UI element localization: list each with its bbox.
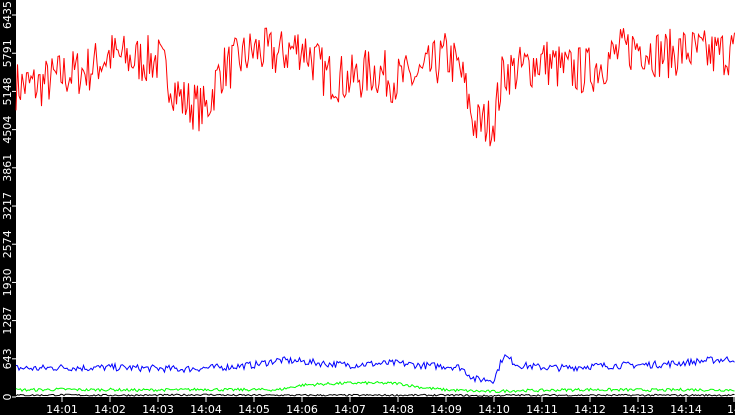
x-tick-label: 14:13 xyxy=(622,403,654,415)
y-tick-label: 643 xyxy=(1,348,14,369)
y-tick-label: 5791 xyxy=(1,39,14,67)
chart: 0 643 1287 1930 2574 3217 3861 4504 5148 5791 6435… xyxy=(0,0,735,415)
x-tick-label: 14:11 xyxy=(526,403,558,415)
y-tick-label: 6435 xyxy=(1,1,14,29)
x-tick-label: 14:14 xyxy=(670,403,702,415)
plot-area xyxy=(16,0,735,397)
y-tick-label: 5148 xyxy=(1,77,14,105)
y-tick-label: 0 xyxy=(1,394,14,401)
x-tick-label: 14:09 xyxy=(430,403,462,415)
x-tick-label: 14:12 xyxy=(574,403,606,415)
y-tick-label: 1930 xyxy=(1,268,14,296)
x-tick-label: 14:04 xyxy=(190,403,222,415)
x-tick-label: 14:08 xyxy=(382,403,414,415)
x-tick-label: 14:06 xyxy=(286,403,318,415)
y-tick-label: 4504 xyxy=(1,116,14,144)
x-tick-label: 14:03 xyxy=(142,403,174,415)
y-tick-label: 2574 xyxy=(1,230,14,258)
chart-svg: 0 643 1287 1930 2574 3217 3861 4504 5148 5791 6435… xyxy=(1,0,735,415)
y-tick-label: 3861 xyxy=(1,154,14,182)
x-tick-label: 14:02 xyxy=(94,403,126,415)
x-tick-label: 14:10 xyxy=(478,403,510,415)
x-tick-label: 14:05 xyxy=(238,403,270,415)
x-tick-label: 14 xyxy=(727,403,735,415)
y-tick-label: 3217 xyxy=(1,192,14,220)
y-tick-label: 1287 xyxy=(1,307,14,335)
x-tick-label: 14:07 xyxy=(334,403,366,415)
x-tick-label: 14:01 xyxy=(46,403,78,415)
